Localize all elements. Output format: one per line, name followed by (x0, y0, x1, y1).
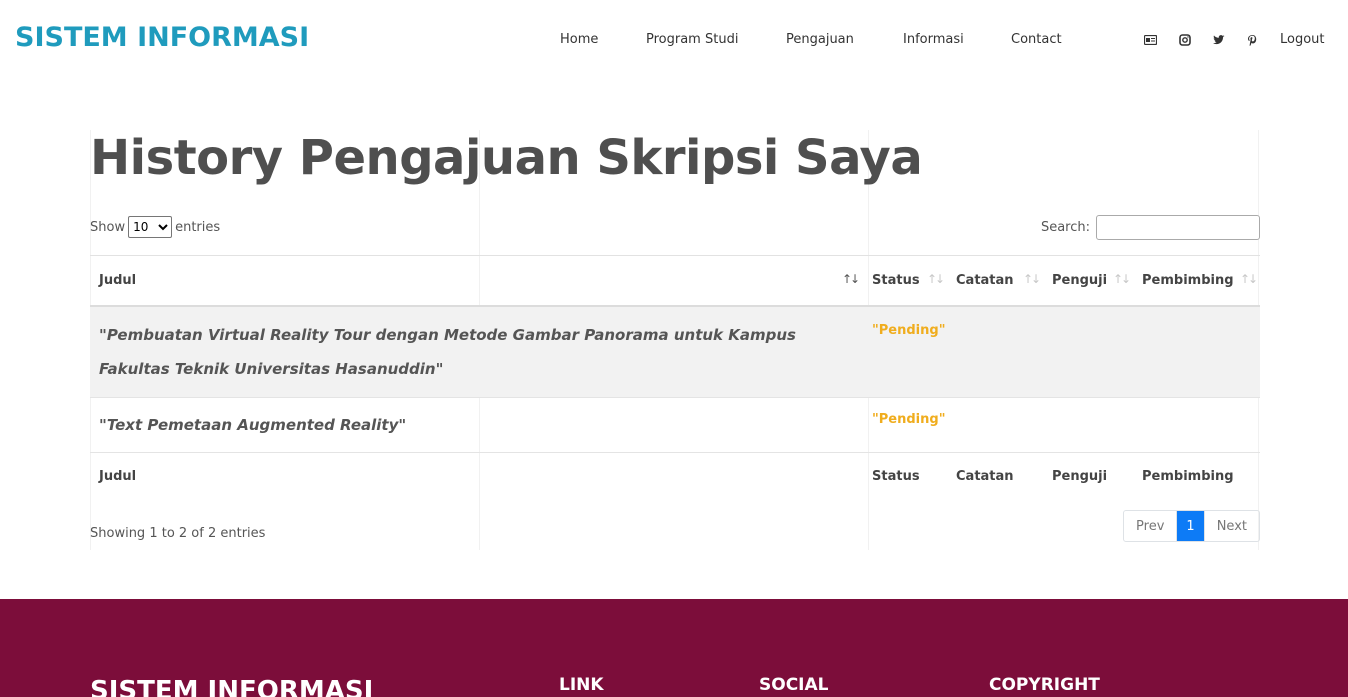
instagram-icon[interactable] (1178, 33, 1192, 47)
sort-icon[interactable]: ↑↓ (1023, 272, 1041, 286)
sort-asc-icon[interactable]: ↑↓ (842, 272, 860, 286)
footer-brand: SISTEM INFORMASI (90, 676, 374, 697)
footer-header-penguji: Penguji (1052, 469, 1108, 484)
footer-heading-copyright: COPYRIGHT (989, 675, 1100, 695)
logout-link[interactable]: Logout (1280, 32, 1325, 47)
nav-pengajuan[interactable]: Pengajuan (786, 32, 854, 47)
pagination-prev-button[interactable]: Prev (1124, 511, 1176, 541)
show-label: Show (90, 219, 126, 235)
nav-contact[interactable]: Contact (1011, 32, 1062, 47)
column-header-status[interactable]: Status (872, 273, 920, 288)
table-row: "Text Pemetaan Augmented Reality" "Pendi… (90, 398, 1260, 453)
page-length-select[interactable]: 10 (128, 216, 173, 238)
pagination-page-button[interactable]: 1 (1176, 511, 1204, 541)
status-badge: "Pending" (872, 323, 946, 338)
search-input[interactable] (1096, 215, 1260, 240)
id-card-icon[interactable] (1143, 33, 1157, 47)
column-header-judul[interactable]: Judul (99, 273, 136, 288)
site-header: SISTEM INFORMASI Home Program Studi Peng… (0, 0, 1348, 80)
column-header-pembimbing[interactable]: Pembimbing (1142, 273, 1234, 288)
footer-header-judul: Judul (99, 469, 137, 484)
main-content: History Pengajuan Skripsi Saya Show 10 e… (90, 130, 1260, 550)
nav-program-studi[interactable]: Program Studi (646, 32, 738, 47)
site-footer: SISTEM INFORMASI LINK SOCIAL COPYRIGHT (0, 599, 1348, 697)
column-header-penguji[interactable]: Penguji (1052, 273, 1107, 288)
pagination-next-button[interactable]: Next (1203, 511, 1259, 541)
table-footer-row: Judul Status Catatan Penguji Pembimbing (90, 453, 1260, 503)
sort-icon[interactable]: ↑↓ (927, 272, 945, 286)
table-row: "Pembuatan Virtual Reality Tour dengan M… (90, 307, 1260, 398)
site-brand[interactable]: SISTEM INFORMASI (15, 22, 309, 53)
page-title: History Pengajuan Skripsi Saya (90, 130, 923, 186)
footer-header-catatan: Catatan (956, 469, 1014, 484)
pinterest-icon[interactable] (1245, 33, 1259, 47)
table-search: Search: (1041, 215, 1260, 240)
cell-judul: "Pembuatan Virtual Reality Tour dengan M… (99, 326, 796, 378)
status-badge: "Pending" (872, 412, 946, 427)
table-info: Showing 1 to 2 of 2 entries (90, 526, 266, 541)
sort-icon[interactable]: ↑↓ (1240, 272, 1258, 286)
entries-label: entries (175, 219, 221, 235)
twitter-icon[interactable] (1212, 33, 1226, 47)
footer-heading-link: LINK (559, 675, 604, 695)
cell-judul: "Text Pemetaan Augmented Reality" (99, 416, 407, 434)
sort-icon[interactable]: ↑↓ (1113, 272, 1131, 286)
footer-heading-social: SOCIAL (759, 675, 829, 695)
pagination: Prev 1 Next (1123, 510, 1260, 542)
search-label: Search: (1040, 220, 1090, 235)
nav-home[interactable]: Home (560, 32, 598, 47)
page-length-control: Show 10 entries (90, 216, 220, 238)
footer-header-status: Status (872, 469, 920, 484)
column-header-catatan[interactable]: Catatan (956, 273, 1014, 288)
nav-informasi[interactable]: Informasi (903, 32, 964, 47)
footer-header-pembimbing: Pembimbing (1142, 469, 1234, 484)
table-header-row: Judul ↑↓ Status ↑↓ Catatan ↑↓ Penguji ↑↓… (90, 255, 1260, 307)
